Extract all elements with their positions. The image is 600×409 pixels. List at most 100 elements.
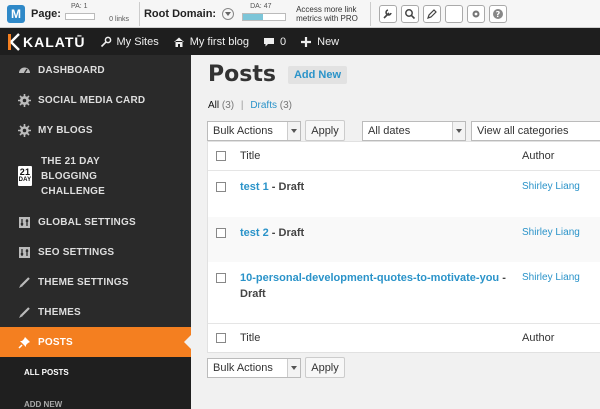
links-value: 0 links (109, 15, 129, 23)
main-content: Posts Add New All (3) | Drafts (3) Bulk … (191, 55, 600, 401)
add-new-button[interactable]: Add New (287, 65, 348, 84)
row-checkbox[interactable] (216, 182, 226, 192)
post-title-link[interactable]: test 2 (240, 227, 269, 239)
divider (138, 1, 140, 26)
sidebar-item-label: GLOBAL SETTINGS (38, 216, 136, 228)
page-label: Page: (31, 7, 61, 20)
calendar-icon-day: DAY (18, 177, 32, 183)
post-state-separator: - (268, 227, 279, 239)
calendar-icon-number: 21 (19, 167, 31, 177)
sidebar-item-seo-settings[interactable]: SEO SETTINGS (0, 237, 191, 267)
wrench-icon[interactable] (379, 4, 398, 23)
pin-icon (18, 336, 30, 349)
sidebar-item-posts[interactable]: POSTS (0, 327, 191, 357)
sidebar-item-dashboard[interactable]: DASHBOARD (0, 55, 191, 85)
chevron-down-icon (287, 121, 300, 140)
post-title-cell: 10-personal-development-quotes-to-motiva… (240, 270, 522, 302)
label-line: BLOGGING (41, 170, 98, 182)
kalatu-logo-icon (8, 32, 20, 51)
filter-drafts-count: (3) (279, 100, 292, 111)
filter-separator: | (240, 100, 244, 111)
new-content-menu[interactable]: New (300, 36, 339, 48)
comments-menu[interactable]: 0 (263, 36, 286, 48)
key-icon (100, 36, 111, 47)
apply-button[interactable]: Apply (305, 357, 345, 378)
sidebar-item-my-blogs[interactable]: MY BLOGS (0, 115, 191, 145)
column-title[interactable]: Title (240, 332, 522, 344)
home-icon (173, 37, 184, 47)
site-name-label: My first blog (189, 35, 249, 48)
sidebar-item-label: DASHBOARD (38, 64, 105, 76)
dates-select[interactable]: All dates (362, 120, 466, 141)
gear-icon (18, 123, 31, 137)
categories-value: View all categories (477, 124, 569, 137)
post-state-separator: - (268, 181, 279, 193)
brush-icon (19, 306, 30, 318)
page-metrics: PA: 1 0 links (64, 3, 129, 25)
admin-bar: KALATŪ My Sites My first blog 0 New (0, 28, 600, 55)
bulk-actions-select[interactable]: Bulk Actions (207, 357, 301, 378)
root-domain-label: Root Domain: (143, 7, 217, 20)
filter-drafts[interactable]: Drafts (250, 100, 277, 111)
gear-icon (18, 93, 31, 107)
table-row: 10-personal-development-quotes-to-motiva… (208, 262, 600, 323)
plus-icon (301, 36, 312, 47)
brush-icon (19, 276, 30, 288)
bulk-actions-value: Bulk Actions (213, 124, 273, 137)
table-header: Title Author (208, 142, 600, 171)
post-author-link[interactable]: Shirley Liang (522, 225, 580, 238)
post-author-link[interactable]: Shirley Liang (522, 179, 580, 192)
filter-all-count: (3) (221, 100, 235, 111)
submenu-add-new[interactable]: ADD NEW (0, 387, 191, 409)
column-author: Author (522, 332, 555, 344)
pro-upsell-link[interactable]: Access more link metrics with PRO (296, 5, 366, 23)
column-author: Author (522, 150, 555, 162)
select-all-checkbox[interactable] (216, 151, 226, 161)
select-all-checkbox[interactable] (216, 333, 226, 343)
tablenav-top: Bulk Actions Apply All dates View all ca… (207, 120, 600, 141)
sidebar-item-21-day-challenge[interactable]: 21 DAY THE 21 DAY BLOGGING CHALLENGE (0, 145, 191, 207)
comments-count: 0 (280, 35, 287, 48)
page-title: Posts (208, 62, 276, 87)
sidebar-item-global-settings[interactable]: GLOBAL SETTINGS (0, 207, 191, 237)
settings-grid-icon (19, 246, 30, 258)
sidebar-item-social-media-card[interactable]: SOCIAL MEDIA CARD (0, 85, 191, 115)
sidebar-item-themes[interactable]: THEMES (0, 297, 191, 327)
post-state-separator: - (499, 272, 506, 284)
help-icon[interactable]: ? (489, 4, 508, 23)
apply-button[interactable]: Apply (305, 120, 345, 141)
row-checkbox[interactable] (216, 273, 226, 283)
search-icon[interactable] (401, 4, 420, 23)
row-checkbox[interactable] (216, 228, 226, 238)
blank-toggle-icon[interactable] (445, 4, 464, 23)
post-state: Draft (278, 181, 305, 193)
new-label: New (317, 35, 340, 48)
dashboard-icon (19, 67, 30, 73)
da-bar-fill (243, 13, 264, 20)
moz-logo-icon[interactable]: M (7, 4, 25, 23)
bulk-actions-select[interactable]: Bulk Actions (207, 120, 301, 141)
categories-select[interactable]: View all categories (471, 120, 600, 141)
domain-metrics: DA: 47 (242, 3, 290, 25)
settings-grid-icon (19, 216, 30, 228)
post-author-link[interactable]: Shirley Liang (522, 270, 580, 283)
site-name-menu[interactable]: My first blog (173, 36, 249, 48)
posts-table: Title Author test 1 - Draft Shirley Lian… (207, 141, 600, 353)
seo-toolbar: M Page: PA: 1 0 links Root Domain: DA: 4… (0, 0, 600, 28)
pencil-icon[interactable] (423, 4, 442, 23)
root-domain-dropdown[interactable] (222, 7, 235, 20)
post-state: Draft (240, 288, 266, 300)
sidebar-item-label: THEMES (38, 306, 81, 318)
my-sites-menu[interactable]: My Sites (100, 36, 159, 48)
kalatu-logo[interactable]: KALATŪ (7, 32, 86, 51)
filter-all[interactable]: All (208, 100, 219, 111)
post-title-link[interactable]: test 1 (240, 181, 269, 193)
sidebar-item-label: MY BLOGS (38, 124, 93, 136)
post-title-link[interactable]: 10-personal-development-quotes-to-motiva… (240, 272, 499, 284)
gear-icon[interactable] (467, 4, 486, 23)
sidebar-item-theme-settings[interactable]: THEME SETTINGS (0, 267, 191, 297)
sidebar-item-label: SOCIAL MEDIA CARD (38, 94, 146, 106)
submenu-all-posts[interactable]: ALL POSTS (0, 357, 191, 387)
column-title[interactable]: Title (240, 150, 522, 162)
post-title-cell: test 2 - Draft (240, 225, 522, 241)
